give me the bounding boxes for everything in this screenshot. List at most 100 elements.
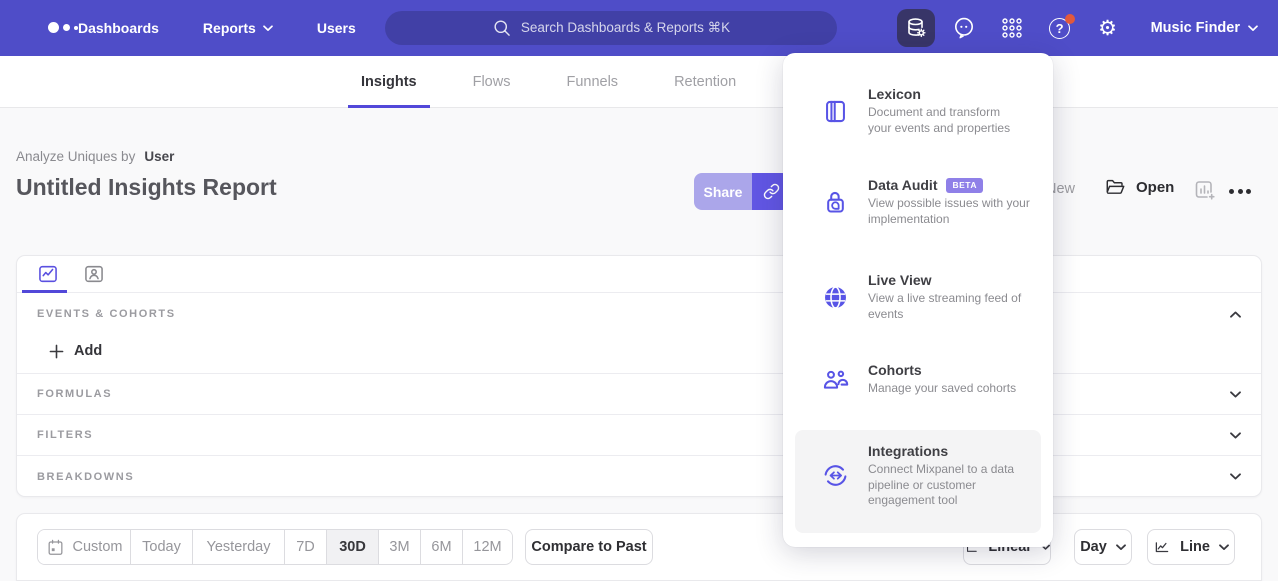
add-to-dashboard-button[interactable] [1193, 178, 1217, 205]
range-3m[interactable]: 3M [378, 530, 420, 564]
analysis-context: Analyze Uniques by User [16, 149, 174, 164]
plus-icon [49, 344, 64, 359]
chevron-down-icon [1248, 25, 1258, 32]
events-cohorts-section-header[interactable]: EVENTS & COHORTS [17, 293, 1261, 329]
calendar-icon [46, 538, 65, 557]
filters-label: FILTERS [37, 429, 93, 441]
filters-section-header[interactable]: FILTERS [17, 415, 1261, 456]
search-icon [492, 18, 512, 38]
menu-item-lexicon[interactable]: Lexicon Document and transform your even… [783, 86, 1053, 136]
range-12m[interactable]: 12M [462, 530, 512, 564]
workspace-name: Music Finder [1151, 20, 1240, 36]
date-range-segmented-control: Custom Today Yesterday 7D 30D 3M 6M 12M [37, 529, 513, 565]
chart-type-select[interactable]: Line [1147, 529, 1235, 565]
tab-flows-label: Flows [473, 74, 511, 90]
primary-nav: Dashboards Reports Users [78, 0, 356, 56]
share-button[interactable]: Share [694, 173, 752, 210]
time-controls-panel: Custom Today Yesterday 7D 30D 3M 6M 12M … [16, 513, 1262, 581]
chevron-down-icon [1219, 544, 1229, 551]
menu-item-title: Lexicon [868, 86, 921, 102]
mixpanel-logo[interactable] [48, 22, 78, 33]
interval-label: Day [1080, 539, 1107, 555]
share-button-group: Share [694, 173, 790, 210]
cohorts-people-icon [821, 366, 849, 393]
menu-item-hover-highlight: Integrations Connect Mixpanel to a data … [795, 430, 1041, 533]
globe-icon [821, 284, 849, 311]
menu-item-data-audit[interactable]: Data Audit BETA View possible issues wit… [783, 177, 1053, 227]
open-report-button[interactable]: Open [1104, 177, 1174, 197]
interval-select[interactable]: Day [1074, 529, 1132, 565]
nav-item-dashboards[interactable]: Dashboards [78, 20, 159, 36]
events-cohorts-label: EVENTS & COHORTS [37, 308, 176, 320]
data-management-button[interactable] [897, 9, 935, 47]
tab-insights[interactable]: Insights [348, 56, 430, 108]
formulas-label: FORMULAS [37, 388, 112, 400]
menu-item-live-view[interactable]: Live View View a live streaming feed of … [783, 272, 1053, 322]
chevron-down-icon [263, 25, 273, 32]
add-event-button[interactable]: Add [49, 343, 102, 359]
data-management-menu: Lexicon Document and transform your even… [783, 53, 1053, 547]
formulas-section-header[interactable]: FORMULAS [17, 374, 1261, 415]
analysis-context-prefix: Analyze Uniques by [16, 149, 135, 164]
breakdowns-label: BREAKDOWNS [37, 471, 134, 483]
menu-item-desc: Manage your saved cohorts [868, 381, 1050, 397]
chevron-down-icon[interactable] [1230, 473, 1241, 480]
tab-funnels[interactable]: Funnels [553, 56, 631, 108]
compare-label: Compare to Past [531, 539, 646, 555]
apps-grid-icon [1000, 16, 1024, 40]
chevron-up-icon[interactable] [1230, 311, 1241, 318]
help-button[interactable]: ? [1041, 9, 1079, 47]
menu-item-title: Data Audit [868, 177, 937, 193]
tab-retention-label: Retention [674, 74, 736, 90]
compare-to-past-button[interactable]: Compare to Past [525, 529, 653, 565]
menu-item-title: Live View [868, 272, 932, 288]
analysis-context-value[interactable]: User [144, 149, 174, 164]
nav-item-reports-label: Reports [203, 20, 256, 36]
nav-item-users[interactable]: Users [317, 20, 356, 36]
tab-profiles-view[interactable] [71, 256, 117, 292]
chevron-down-icon [1116, 544, 1126, 551]
apps-grid-button[interactable] [993, 9, 1031, 47]
tab-metrics-view[interactable] [25, 256, 71, 292]
range-custom[interactable]: Custom [38, 530, 130, 564]
more-options-button[interactable] [1229, 183, 1251, 199]
range-30d[interactable]: 30D [326, 530, 378, 564]
tab-flows[interactable]: Flows [460, 56, 524, 108]
range-7d[interactable]: 7D [284, 530, 326, 564]
tab-retention[interactable]: Retention [661, 56, 749, 108]
report-title[interactable]: Untitled Insights Report [16, 174, 277, 201]
logo-dot-medium [63, 24, 70, 31]
menu-item-desc: View possible issues with your implement… [868, 196, 1050, 227]
range-today[interactable]: Today [130, 530, 192, 564]
logo-dot-large [48, 22, 59, 33]
nav-item-users-label: Users [317, 20, 356, 36]
search-placeholder: Search Dashboards & Reports ⌘K [521, 20, 730, 36]
menu-item-title: Cohorts [868, 362, 922, 378]
menu-item-desc: View a live streaming feed of events [868, 291, 1050, 322]
line-chart-icon [1153, 538, 1171, 556]
line-chart-tab-icon [37, 263, 59, 285]
ellipsis-icon [1229, 189, 1234, 194]
report-tabbar: Insights Flows Funnels Retention Signal … [0, 56, 1278, 108]
book-icon [821, 98, 849, 125]
menu-item-desc: Document and transform your events and p… [868, 105, 1050, 136]
chevron-down-icon[interactable] [1230, 432, 1241, 439]
workspace-switcher[interactable]: Music Finder [1151, 20, 1258, 36]
search-input[interactable]: Search Dashboards & Reports ⌘K [385, 11, 837, 45]
chevron-down-icon[interactable] [1230, 391, 1241, 398]
breakdowns-section-header[interactable]: BREAKDOWNS [17, 456, 1261, 497]
tab-funnels-label: Funnels [566, 74, 618, 90]
builder-view-tabs [17, 256, 1261, 293]
range-6m[interactable]: 6M [420, 530, 462, 564]
range-yesterday[interactable]: Yesterday [192, 530, 284, 564]
menu-item-cohorts[interactable]: Cohorts Manage your saved cohorts [783, 362, 1053, 397]
chart-type-label: Line [1180, 539, 1210, 555]
menu-item-integrations[interactable]: Integrations Connect Mixpanel to a data … [795, 443, 1041, 509]
nav-item-reports[interactable]: Reports [203, 20, 273, 36]
settings-button[interactable]: ⚙ [1089, 9, 1127, 47]
top-nav: Dashboards Reports Users Search Dashboar… [0, 0, 1278, 56]
query-builder-panel: EVENTS & COHORTS Add FORMULAS FILTERS BR… [16, 255, 1262, 497]
feedback-button[interactable] [945, 9, 983, 47]
folder-icon [1104, 177, 1126, 197]
range-custom-label: Custom [73, 539, 123, 555]
